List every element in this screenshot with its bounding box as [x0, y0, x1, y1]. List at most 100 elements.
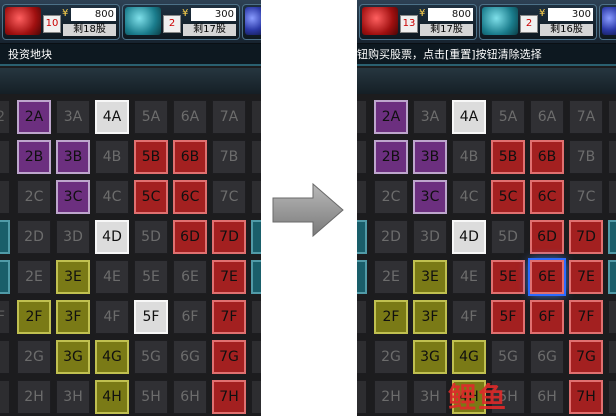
board-tile-7c[interactable]: 7C [212, 180, 246, 214]
edge-tile-right[interactable] [608, 100, 616, 134]
edge-tile-right[interactable] [251, 260, 261, 294]
board-tile-5c[interactable]: 5C [491, 180, 525, 214]
board-tile-2h[interactable]: 2H [374, 380, 408, 414]
edge-tile-right[interactable] [608, 380, 616, 414]
board-tile-2f[interactable]: 2F [17, 300, 51, 334]
edge-tile-left[interactable] [357, 140, 367, 174]
board-tile-2c[interactable]: 2C [17, 180, 51, 214]
board-tile-6e[interactable]: 6E [530, 260, 564, 294]
board-tile-6d[interactable]: 6D [173, 220, 207, 254]
board-tile-5d[interactable]: 5D [134, 220, 168, 254]
board-tile-3c[interactable]: 3C [56, 180, 90, 214]
edge-tile-right[interactable] [608, 300, 616, 334]
board-tile-6b[interactable]: 6B [173, 140, 207, 174]
edge-tile-right[interactable] [251, 380, 261, 414]
edge-tile-left[interactable] [0, 260, 10, 294]
board-tile-6h[interactable]: 6H [530, 380, 564, 414]
board-tile-3h[interactable]: 3H [413, 380, 447, 414]
board-tile-7b[interactable]: 7B [212, 140, 246, 174]
board-tile-4c[interactable]: 4C [452, 180, 486, 214]
board-tile-4e[interactable]: 4E [95, 260, 129, 294]
board-tile-3h[interactable]: 3H [56, 380, 90, 414]
board-tile-7g[interactable]: 7G [569, 340, 603, 374]
board-tile-4d[interactable]: 4D [95, 220, 129, 254]
board-tile-2d[interactable]: 2D [374, 220, 408, 254]
board-tile-3c[interactable]: 3C [413, 180, 447, 214]
board-tile-6h[interactable]: 6H [173, 380, 207, 414]
edge-tile-left[interactable] [357, 340, 367, 374]
edge-tile-left[interactable] [357, 300, 367, 334]
board-tile-4h[interactable]: 4H [95, 380, 129, 414]
board-tile-7h[interactable]: 7H [569, 380, 603, 414]
board-tile-4b[interactable]: 4B [452, 140, 486, 174]
edge-tile-right[interactable] [608, 140, 616, 174]
board-tile-3a[interactable]: 3A [413, 100, 447, 134]
board-tile-5h[interactable]: 5H [134, 380, 168, 414]
board-tile-4f[interactable]: 4F [95, 300, 129, 334]
edge-tile-right[interactable] [251, 300, 261, 334]
edge-tile-right[interactable] [251, 220, 261, 254]
board-tile-7f[interactable]: 7F [212, 300, 246, 334]
board-tile-4d[interactable]: 4D [452, 220, 486, 254]
board-tile-6g[interactable]: 6G [173, 340, 207, 374]
edge-tile-right[interactable] [608, 220, 616, 254]
board-tile-7c[interactable]: 7C [569, 180, 603, 214]
edge-tile-left[interactable] [0, 140, 10, 174]
board-tile-3d[interactable]: 3D [413, 220, 447, 254]
board-tile-2a[interactable]: 2A [17, 100, 51, 134]
board-tile-5b[interactable]: 5B [134, 140, 168, 174]
board-tile-4e[interactable]: 4E [452, 260, 486, 294]
board-tile-7g[interactable]: 7G [212, 340, 246, 374]
board-tile-6a[interactable]: 6A [173, 100, 207, 134]
board-tile-2e[interactable]: 2E [374, 260, 408, 294]
board-tile-7e[interactable]: 7E [569, 260, 603, 294]
board-tile-2c[interactable]: 2C [374, 180, 408, 214]
board-tile-7a[interactable]: 7A [569, 100, 603, 134]
edge-tile-right[interactable] [608, 180, 616, 214]
board-tile-2e[interactable]: 2E [17, 260, 51, 294]
board-tile-7e[interactable]: 7E [212, 260, 246, 294]
board-tile-6f[interactable]: 6F [173, 300, 207, 334]
board-tile-4f[interactable]: 4F [452, 300, 486, 334]
board-tile-4c[interactable]: 4C [95, 180, 129, 214]
board-tile-3g[interactable]: 3G [56, 340, 90, 374]
board-tile-6c[interactable]: 6C [530, 180, 564, 214]
board-tile-3g[interactable]: 3G [413, 340, 447, 374]
board-tile-7f[interactable]: 7F [569, 300, 603, 334]
edge-tile-left[interactable]: F [0, 300, 10, 334]
edge-tile-left[interactable] [357, 180, 367, 214]
board-tile-2f[interactable]: 2F [374, 300, 408, 334]
board-tile-5e[interactable]: 5E [134, 260, 168, 294]
board-tile-5a[interactable]: 5A [134, 100, 168, 134]
edge-tile-right[interactable] [251, 140, 261, 174]
board-tile-5a[interactable]: 5A [491, 100, 525, 134]
board-tile-7b[interactable]: 7B [569, 140, 603, 174]
board-tile-5b[interactable]: 5B [491, 140, 525, 174]
board-tile-3e[interactable]: 3E [413, 260, 447, 294]
board-tile-4a[interactable]: 4A [452, 100, 486, 134]
board-tile-2g[interactable]: 2G [17, 340, 51, 374]
edge-tile-left[interactable] [357, 220, 367, 254]
edge-tile-right[interactable] [608, 260, 616, 294]
edge-tile-right[interactable] [251, 100, 261, 134]
board-tile-3b[interactable]: 3B [413, 140, 447, 174]
board-tile-6c[interactable]: 6C [173, 180, 207, 214]
board-tile-3f[interactable]: 3F [56, 300, 90, 334]
board-tile-7a[interactable]: 7A [212, 100, 246, 134]
board-tile-5g[interactable]: 5G [134, 340, 168, 374]
board-tile-5f[interactable]: 5F [134, 300, 168, 334]
board-tile-7h[interactable]: 7H [212, 380, 246, 414]
edge-tile-left[interactable]: 2 [0, 100, 10, 134]
board-tile-3b[interactable]: 3B [56, 140, 90, 174]
board-tile-3d[interactable]: 3D [56, 220, 90, 254]
board-tile-7d[interactable]: 7D [212, 220, 246, 254]
board-tile-6b[interactable]: 6B [530, 140, 564, 174]
edge-tile-right[interactable] [251, 340, 261, 374]
board-tile-3a[interactable]: 3A [56, 100, 90, 134]
edge-tile-left[interactable] [0, 220, 10, 254]
board-tile-3f[interactable]: 3F [413, 300, 447, 334]
board-tile-5e[interactable]: 5E [491, 260, 525, 294]
edge-tile-left[interactable] [0, 380, 10, 414]
board-tile-2g[interactable]: 2G [374, 340, 408, 374]
board-tile-7d[interactable]: 7D [569, 220, 603, 254]
